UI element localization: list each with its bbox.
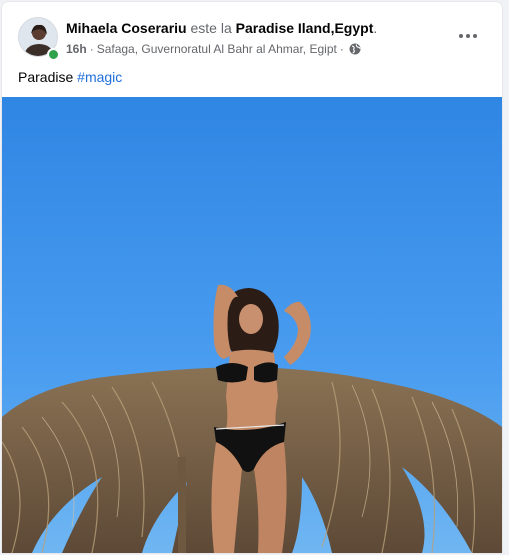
online-status-dot	[47, 48, 60, 61]
post-caption: Paradise #magic	[18, 69, 122, 85]
author-name-link[interactable]: Mihaela Coserariu	[66, 20, 187, 36]
post-meta-line: 16h · Safaga, Guvernoratul Al Bahr al Ah…	[66, 42, 361, 56]
place-link[interactable]: Paradise Iland,Egypt	[236, 20, 374, 36]
post-title-line: Mihaela Coserariu este la Paradise Iland…	[66, 20, 377, 36]
meta-separator-2: ·	[339, 42, 344, 56]
hashtag-magic-link[interactable]: #magic	[77, 69, 122, 85]
connector-text: este la	[190, 20, 232, 36]
title-period: .	[373, 20, 378, 36]
meta-separator: ·	[89, 42, 94, 56]
more-options-button[interactable]	[454, 22, 482, 50]
post-card: Mihaela Coserariu este la Paradise Iland…	[2, 2, 502, 553]
post-location[interactable]: Safaga, Guvernoratul Al Bahr al Ahmar, E…	[97, 42, 337, 56]
post-header: Mihaela Coserariu este la Paradise Iland…	[2, 2, 502, 64]
more-options-icon	[459, 34, 477, 38]
caption-text: Paradise	[18, 69, 78, 85]
post-timestamp[interactable]: 16h	[66, 42, 87, 56]
globe-icon[interactable]	[349, 43, 361, 55]
post-photo[interactable]	[2, 97, 502, 553]
